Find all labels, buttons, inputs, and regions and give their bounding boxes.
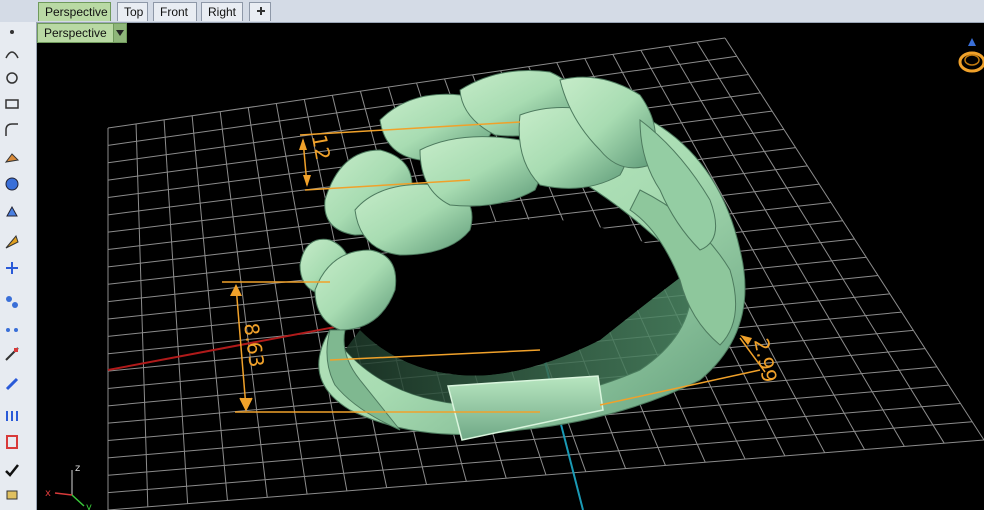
dimension-top-width-label: 12 [307, 133, 335, 162]
tab-front[interactable]: Front [153, 2, 197, 21]
tab-right[interactable]: Right [201, 2, 243, 21]
grid-line [107, 439, 984, 510]
analyze-icon[interactable] [2, 344, 22, 364]
axis-z-label: z [75, 463, 80, 474]
sphere-icon[interactable] [2, 174, 22, 194]
ring-view-icon [958, 38, 984, 73]
viewport-title: Perspective [44, 26, 107, 40]
rectangle-icon[interactable] [2, 94, 22, 114]
point-icon[interactable] [2, 22, 22, 42]
grid-line [107, 421, 973, 494]
axis-y-label: y [86, 502, 92, 510]
extrude-icon[interactable] [2, 202, 22, 222]
dimension-height-label: 8.63 [239, 321, 269, 368]
curve-icon[interactable] [2, 44, 22, 64]
viewport-tab-bar: Perspective Top Front Right [0, 0, 984, 23]
tab-perspective[interactable]: Perspective [38, 2, 111, 21]
plus-icon [257, 7, 265, 15]
circle-icon[interactable] [2, 68, 22, 88]
grid-icon[interactable] [2, 406, 22, 426]
render-icon[interactable] [2, 432, 22, 452]
viewport-scene: 8.63 12 2.99 z y x [45, 37, 984, 510]
array-icon[interactable] [2, 320, 22, 340]
left-toolbar [0, 22, 37, 510]
arc-icon[interactable] [2, 120, 22, 140]
surface-icon[interactable] [2, 148, 22, 168]
mesh-icon[interactable] [2, 232, 22, 252]
dimension-icon[interactable] [2, 374, 22, 394]
axis-indicator: z y x [45, 463, 92, 510]
perspective-viewport[interactable]: 8.63 12 2.99 z y x [37, 23, 984, 510]
osnap-icon[interactable] [2, 484, 22, 504]
viewport-menu-button[interactable] [112, 24, 126, 42]
ring-model [299, 69, 746, 441]
light-icon[interactable] [2, 258, 22, 278]
tab-top[interactable]: Top [117, 2, 148, 21]
axis-x-label: x [45, 488, 51, 499]
chevron-down-icon [115, 30, 124, 36]
transform-icon[interactable] [2, 292, 22, 312]
check-icon[interactable] [2, 460, 22, 480]
add-tab-button[interactable] [249, 2, 271, 21]
viewport-label[interactable]: Perspective [37, 23, 127, 43]
